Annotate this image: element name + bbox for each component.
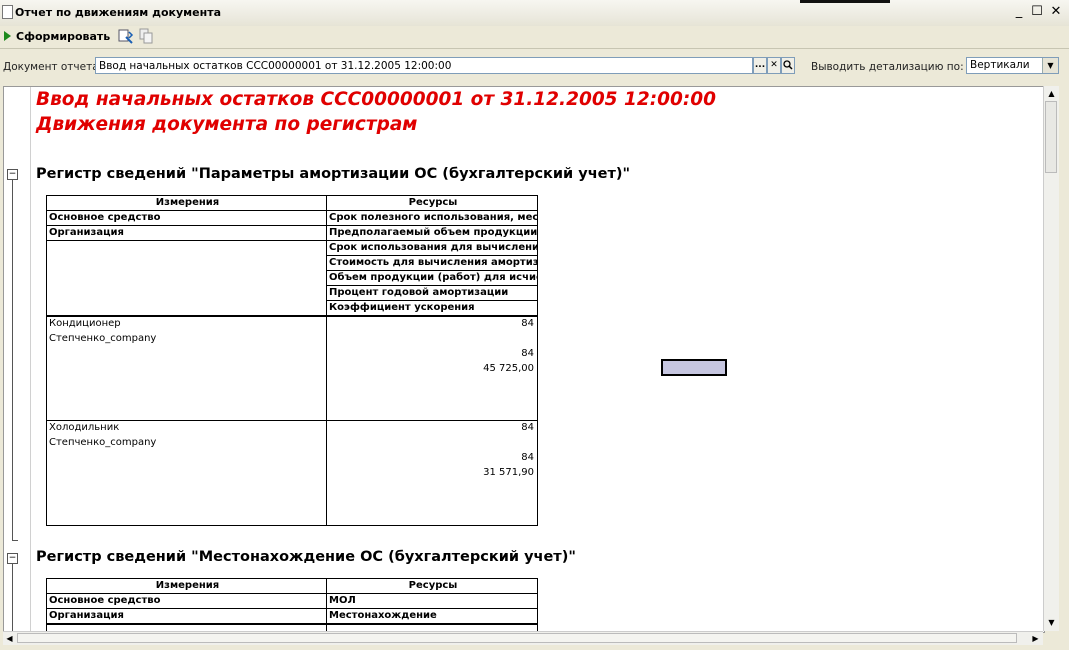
chevron-down-icon[interactable]: ▼	[1042, 58, 1058, 73]
scroll-left-icon[interactable]: ◀	[3, 632, 16, 645]
register-title: Регистр сведений "Местонахождение ОС (бу…	[36, 549, 576, 565]
header-dimensions: Измерения	[155, 580, 220, 591]
header-resources: Ресурсы	[408, 580, 458, 591]
background-window-fragment	[800, 0, 890, 3]
dimension-label: Организация	[49, 227, 124, 238]
register-table: Измерения Ресурсы Основное средство Орга…	[46, 578, 538, 632]
settings-icon[interactable]	[117, 28, 134, 45]
resource-value: 45 725,00	[483, 363, 534, 374]
maximize-button[interactable]: ☐	[1029, 4, 1045, 20]
asset-name: Кондиционер	[49, 318, 121, 329]
detail-label: Выводить детализацию по:	[811, 61, 964, 73]
report-subtitle: Движения документа по регистрам	[36, 114, 418, 135]
window-title: Отчет по движениям документа	[15, 6, 222, 19]
report-title: Ввод начальных остатков ССС00000001 от 3…	[36, 89, 717, 110]
clear-button[interactable]: ✕	[767, 57, 781, 74]
resource-label: Местонахождение	[329, 610, 437, 621]
resource-label: Срок полезного использования, мес.	[329, 212, 537, 223]
collapse-icon[interactable]: −	[7, 553, 18, 564]
asset-name: Холодильник	[49, 422, 120, 433]
document-icon	[2, 5, 13, 19]
scroll-right-icon[interactable]: ▶	[1029, 632, 1042, 645]
scroll-thumb[interactable]	[1045, 101, 1057, 173]
resource-label: МОЛ	[329, 595, 356, 606]
detail-value: Вертикали	[970, 59, 1030, 71]
parameters-row: Документ отчета: Ввод начальных остатков…	[0, 54, 1069, 80]
minimize-button[interactable]: _	[1011, 4, 1027, 20]
organization-name: Степченко_company	[49, 333, 157, 344]
group-bracket	[12, 180, 18, 541]
toolbar: Сформировать	[0, 26, 1069, 49]
document-field[interactable]: Ввод начальных остатков ССС00000001 от 3…	[95, 57, 753, 74]
resource-label: Срок использования для вычисления	[329, 242, 537, 253]
grouping-gutter: − −	[4, 87, 31, 632]
dimension-label: Основное средство	[49, 595, 161, 606]
register-table: Измерения Ресурсы Основное средство Орга…	[46, 195, 538, 526]
generate-button[interactable]: Сформировать	[2, 28, 114, 45]
detail-select[interactable]: Вертикали ▼	[966, 57, 1059, 74]
resource-label: Стоимость для вычисления амортиза	[329, 257, 537, 268]
collapse-icon[interactable]: −	[7, 169, 18, 180]
scroll-up-icon[interactable]: ▲	[1045, 87, 1058, 100]
resource-label: Процент годовой амортизации	[329, 287, 509, 298]
generate-label: Сформировать	[16, 30, 111, 43]
selected-cell[interactable]	[661, 359, 727, 376]
close-button[interactable]: ✕	[1048, 4, 1064, 20]
resource-value: 31 571,90	[483, 467, 534, 478]
document-label: Документ отчета:	[3, 61, 103, 73]
register-title: Регистр сведений "Параметры амортизации …	[36, 166, 631, 182]
organization-name: Степченко_company	[49, 437, 157, 448]
horizontal-scrollbar[interactable]: ◀ ▶	[3, 631, 1043, 645]
report-area[interactable]: − − Ввод начальных остатков ССС00000001 …	[3, 86, 1045, 633]
resource-label: Коэффициент ускорения	[329, 302, 475, 313]
scroll-down-icon[interactable]: ▼	[1045, 616, 1058, 629]
resource-value: 84	[521, 318, 534, 329]
dimension-label: Основное средство	[49, 212, 161, 223]
resource-label: Объем продукции (работ) для исчисл	[329, 272, 537, 283]
group-bracket	[12, 564, 18, 632]
open-icon[interactable]	[781, 57, 795, 74]
select-button[interactable]: ...	[753, 57, 767, 74]
header-resources: Ресурсы	[408, 197, 458, 208]
vertical-scrollbar[interactable]: ▲ ▼	[1043, 86, 1059, 631]
header-dimensions: Измерения	[155, 197, 220, 208]
resource-value: 84	[521, 422, 534, 433]
resource-value: 84	[521, 452, 534, 463]
title-bar: Отчет по движениям документа _ ☐ ✕	[0, 0, 1069, 27]
copy-icon[interactable]	[138, 28, 155, 45]
dimension-label: Организация	[49, 610, 124, 621]
scroll-thumb[interactable]	[17, 633, 1017, 643]
play-icon	[4, 31, 11, 41]
resource-value: 84	[521, 348, 534, 359]
resource-label: Предполагаемый объем продукции (	[329, 227, 537, 238]
